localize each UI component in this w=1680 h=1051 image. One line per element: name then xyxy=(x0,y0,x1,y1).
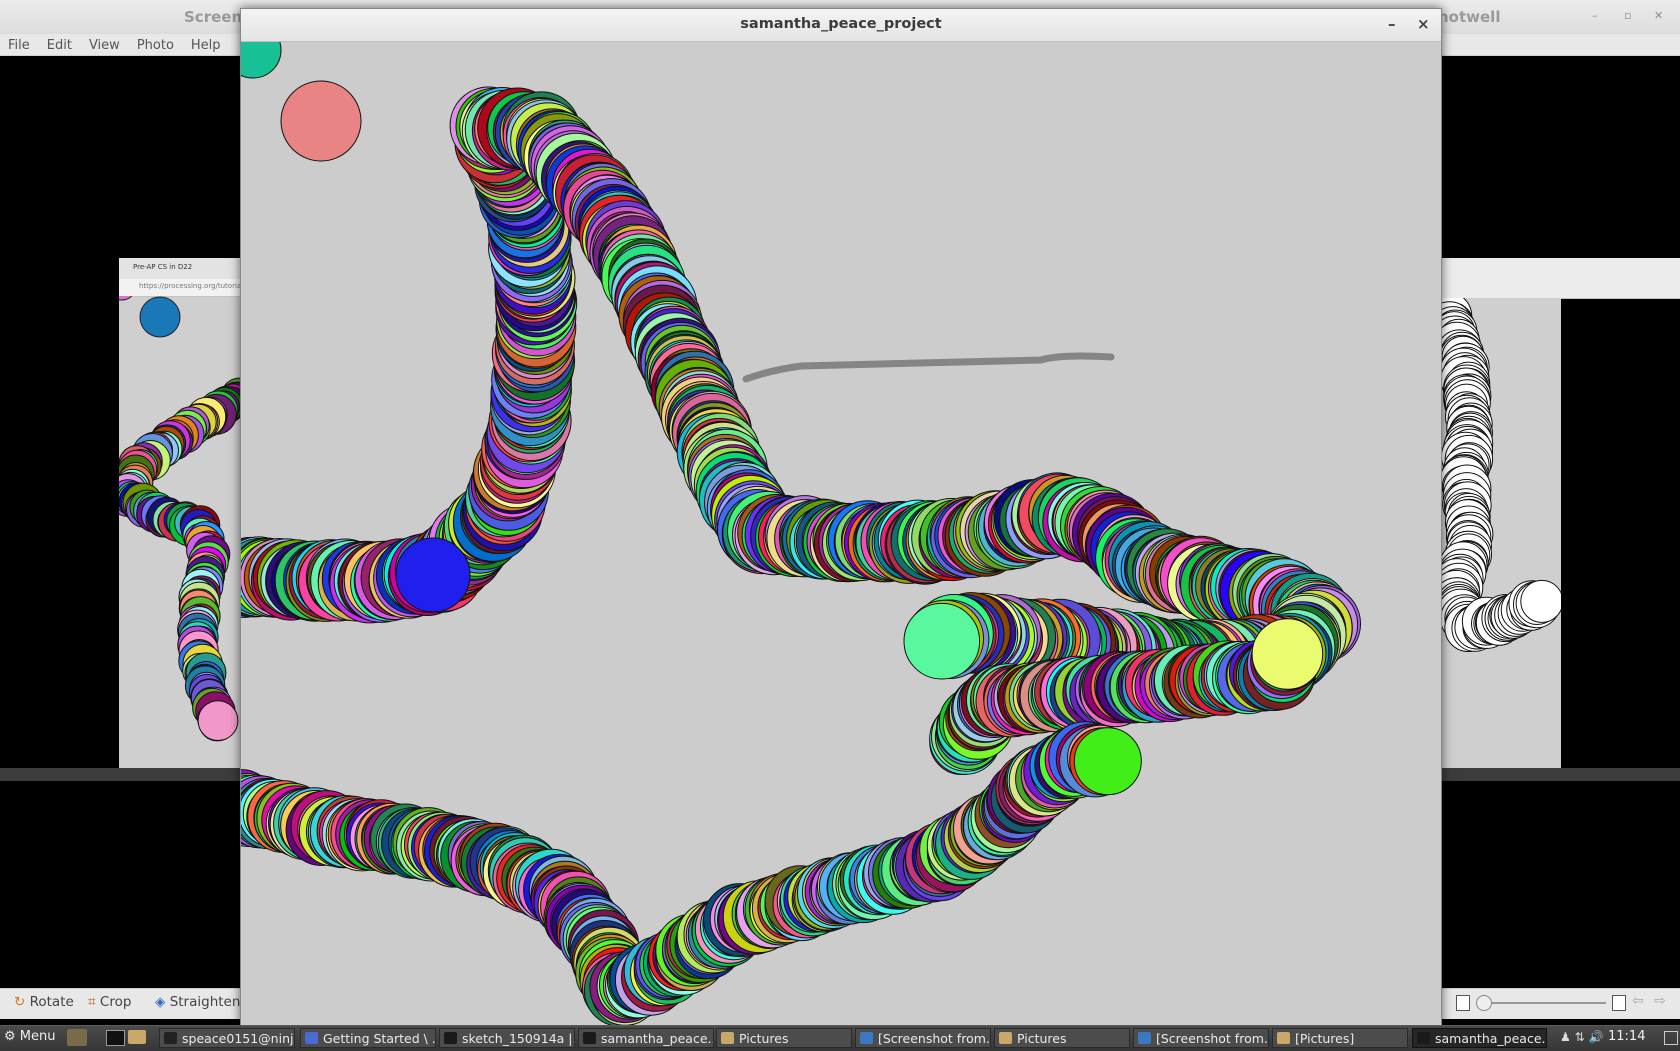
next-photo-icon[interactable]: ⇨ xyxy=(1654,993,1666,1009)
taskbar-task-label: [Pictures] xyxy=(1295,1031,1355,1046)
user-icon[interactable]: ♟ xyxy=(1560,1030,1571,1044)
embedded-browser-tabs: Pre-AP CS in D22 xyxy=(119,258,240,280)
processing-icon xyxy=(1417,1032,1430,1044)
taskbar-task-label: speace0151@ninj... xyxy=(182,1031,295,1046)
folder-icon xyxy=(1277,1032,1290,1044)
rotate-button[interactable]: ↻ Rotate xyxy=(14,994,74,1010)
taskbar-task-button[interactable]: samantha_peace... xyxy=(578,1028,714,1048)
sketch-window-title: samantha_peace_project xyxy=(740,16,942,32)
gear-icon: ⚙ xyxy=(4,1029,16,1044)
bg-maximize-icon[interactable]: ▫ xyxy=(1624,9,1631,22)
menu-photo[interactable]: Photo xyxy=(129,35,183,55)
menu-edit[interactable]: Edit xyxy=(39,35,81,55)
taskbar-task-button[interactable]: [Screenshot from... xyxy=(1133,1028,1269,1048)
taskbar-task-button[interactable]: [Screenshot from... xyxy=(855,1028,991,1048)
taskbar-task-button[interactable]: [Pictures] xyxy=(1272,1028,1408,1048)
menu-file[interactable]: File xyxy=(0,35,39,55)
browser-icon xyxy=(305,1032,318,1044)
sketch-window-titlebar[interactable]: samantha_peace_project – × xyxy=(241,9,1441,42)
taskbar-task-label: [Screenshot from... xyxy=(1156,1031,1269,1046)
processing-icon xyxy=(444,1032,457,1044)
embedded-url-text: https://processing.org/tutorials xyxy=(139,282,240,290)
system-tray: ♟ ⇅ 🔊 xyxy=(1560,1030,1603,1044)
taskbar-task-button[interactable]: samantha_peace... xyxy=(1412,1028,1547,1048)
sketch-circle xyxy=(1251,618,1324,690)
embedded-url-bar: https://processing.org/tutorials xyxy=(119,279,240,297)
embedded-tab-label: Pre-AP CS in D22 xyxy=(133,263,193,271)
sketch-canvas[interactable] xyxy=(241,42,1441,1034)
sketch-circle xyxy=(1520,579,1561,623)
terminal-icon xyxy=(164,1032,177,1044)
taskbar-task-button[interactable]: Pictures xyxy=(716,1028,852,1048)
volume-icon[interactable]: 🔊 xyxy=(1588,1030,1603,1044)
sketch-window: samantha_peace_project – × xyxy=(240,8,1442,1035)
processing-icon xyxy=(583,1032,596,1044)
terminal-launcher-icon[interactable] xyxy=(106,1030,125,1046)
files-launcher-icon[interactable] xyxy=(128,1030,146,1044)
previous-photo-icon[interactable]: ⇦ xyxy=(1632,993,1644,1009)
show-desktop-icon[interactable] xyxy=(67,1029,87,1046)
taskbar-task-label: samantha_peace... xyxy=(1435,1031,1547,1046)
menu-view[interactable]: View xyxy=(81,35,129,55)
close-icon[interactable]: × xyxy=(1417,15,1430,33)
zoom-slider[interactable]: ⇦ ⇨ xyxy=(1456,993,1671,1011)
start-menu-button[interactable]: ⚙ Menu xyxy=(4,1029,56,1044)
taskbar-task-button[interactable]: speace0151@ninj... xyxy=(159,1028,295,1048)
network-icon[interactable]: ⇅ xyxy=(1575,1030,1585,1044)
minimize-icon[interactable]: – xyxy=(1388,15,1396,33)
sketch-circle xyxy=(903,602,981,680)
embedded-sketch-right xyxy=(1440,298,1561,652)
folder-icon xyxy=(721,1032,734,1044)
menu-help[interactable]: Help xyxy=(183,35,230,55)
embedded-browser-toolbar-right xyxy=(1440,258,1680,299)
embedded-screenshot-left: Pre-AP CS in D22 https://processing.org/… xyxy=(119,258,240,768)
taskbar-task-label: Pictures xyxy=(1017,1031,1067,1046)
sketch-circle xyxy=(1073,727,1142,796)
zoom-handle[interactable] xyxy=(1476,995,1492,1011)
taskbar-task-button[interactable]: sketch_150914a |... xyxy=(439,1028,575,1048)
straighten-button[interactable]: ◈ Straighten xyxy=(155,994,240,1010)
taskbar-task-label: Pictures xyxy=(739,1031,789,1046)
zoom-in-icon[interactable] xyxy=(1612,995,1626,1011)
taskbar-task-label: samantha_peace... xyxy=(601,1031,714,1046)
straighten-icon: ◈ xyxy=(155,994,166,1010)
clock[interactable]: 11:14 xyxy=(1608,1029,1645,1044)
shotwell-icon xyxy=(860,1032,873,1044)
crop-icon: ⌗ xyxy=(88,994,96,1010)
bg-close-icon[interactable]: ✕ xyxy=(1654,9,1663,22)
straighten-label: Straighten xyxy=(169,994,241,1010)
rotate-label: Rotate xyxy=(29,994,74,1010)
shotwell-icon xyxy=(1138,1032,1151,1044)
sketch-circle xyxy=(280,80,362,162)
sketch-circle xyxy=(395,537,471,613)
background-window-title-right: hotwell xyxy=(1438,8,1501,26)
taskbar-task-button[interactable]: Getting Started \ ... xyxy=(300,1028,436,1048)
embedded-taskbar-left xyxy=(0,768,240,781)
crop-label: Crop xyxy=(99,994,132,1010)
folder-icon xyxy=(999,1032,1012,1044)
taskbar-task-label: Getting Started \ ... xyxy=(323,1031,436,1046)
start-menu-label: Menu xyxy=(19,1029,56,1044)
embedded-screenshot-right xyxy=(1440,298,1561,768)
taskbar-task-label: sketch_150914a |... xyxy=(462,1031,575,1046)
taskbar-task-label: [Screenshot from... xyxy=(878,1031,991,1046)
bg-minimize-icon[interactable]: – xyxy=(1592,9,1598,22)
zoom-track xyxy=(1476,1002,1606,1004)
crop-button[interactable]: ⌗ Crop xyxy=(88,994,131,1010)
embedded-taskbar-right xyxy=(1440,768,1680,781)
zoom-out-icon[interactable] xyxy=(1456,995,1470,1011)
embedded-sketch-left xyxy=(119,296,240,742)
sketch-circle xyxy=(197,700,239,742)
notification-icon[interactable] xyxy=(1664,1031,1678,1045)
rotate-icon: ↻ xyxy=(14,994,26,1010)
taskbar-task-button[interactable]: Pictures xyxy=(994,1028,1130,1048)
